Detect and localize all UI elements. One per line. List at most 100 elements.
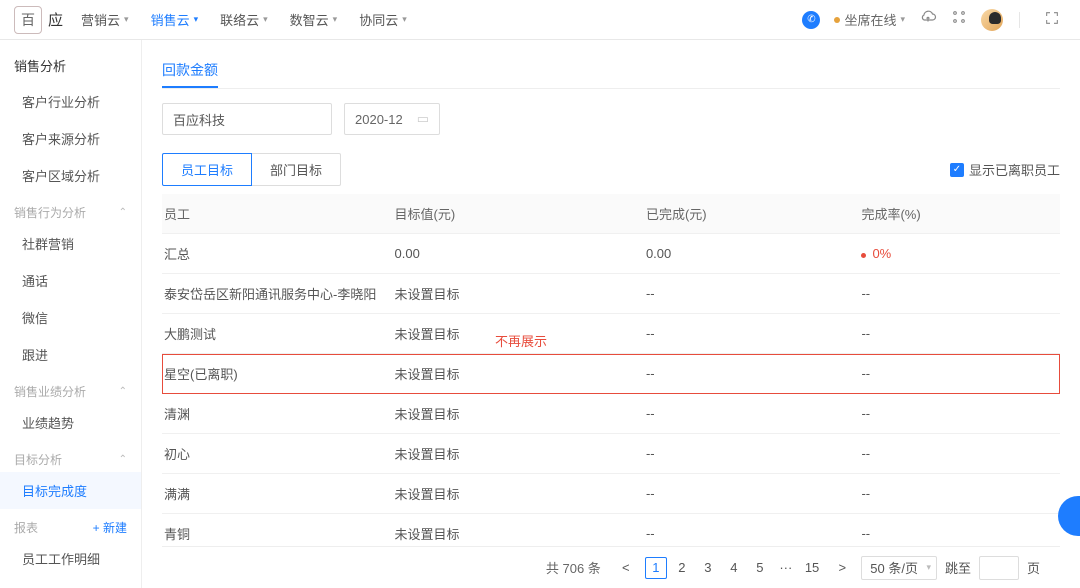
sidebar-group-title: 销售行为分析⌃ (0, 194, 141, 225)
phone-icon[interactable]: ✆ (802, 11, 820, 29)
chevron-up-icon: ⌃ (119, 386, 127, 397)
cell-done: -- (638, 394, 854, 434)
sidebar-item[interactable]: 客户行业分析 (0, 83, 141, 120)
sidebar-item[interactable]: 跟进 (0, 336, 141, 373)
pagination-page: ··· (775, 557, 797, 579)
nav-item-数智云[interactable]: 数智云▾ (290, 10, 338, 29)
calendar-icon: ▭ (417, 111, 429, 127)
cell-target: 未设置目标 (387, 274, 638, 314)
cell-done: -- (638, 514, 854, 547)
chevron-down-icon: ▾ (194, 14, 199, 25)
table-row: 满满未设置目标---- (162, 474, 1060, 514)
seat-status[interactable]: 坐席在线 ▾ (834, 10, 905, 29)
cell-name: 泰安岱岳区新阳通讯服务中心-李晓阳 (162, 274, 387, 314)
company-select[interactable]: 百应科技 (162, 103, 332, 135)
sub-tabs-row: 员工目标 部门目标 ✓ 显示已离职员工 (162, 153, 1060, 186)
jump-page-input[interactable] (979, 556, 1019, 580)
tab-employee-target[interactable]: 员工目标 (162, 153, 252, 186)
pagination-page[interactable]: 1 (645, 557, 667, 579)
cell-name: 汇总 (162, 234, 387, 274)
main-tab-bar: 回款金额 (162, 54, 1060, 89)
sidebar-group-title: 销售业绩分析⌃ (0, 373, 141, 404)
sidebar-item[interactable]: 微信 (0, 299, 141, 336)
cell-name: 清渊 (162, 394, 387, 434)
cell-done: -- (638, 474, 854, 514)
sidebar-item[interactable]: 目标完成度 (0, 472, 141, 509)
chevron-down-icon: ▾ (333, 14, 338, 25)
cell-rate: 0% (853, 234, 1060, 274)
cell-rate: -- (853, 394, 1060, 434)
avatar[interactable] (981, 9, 1003, 31)
pagination-page[interactable]: 2 (671, 557, 693, 579)
table-row: 初心未设置目标---- (162, 434, 1060, 474)
cell-target: 未设置目标 (387, 514, 638, 547)
chevron-up-icon: ⌃ (119, 454, 127, 465)
month-picker[interactable]: 2020-12 ▭ (344, 103, 440, 135)
pagination-page[interactable]: 5 (749, 557, 771, 579)
show-left-employees-checkbox[interactable]: ✓ 显示已离职员工 (950, 160, 1060, 179)
chevron-down-icon: ▾ (402, 14, 407, 25)
fullscreen-icon[interactable] (1044, 10, 1060, 29)
pagination-page[interactable]: 15 (801, 557, 823, 579)
cell-done: 0.00 (638, 234, 854, 274)
top-right: ✆ 坐席在线 ▾ (802, 8, 1060, 31)
tab-refund-amount[interactable]: 回款金额 (162, 54, 218, 88)
nav-item-联络云[interactable]: 联络云▾ (220, 10, 268, 29)
table-row: 汇总0.000.000% (162, 234, 1060, 274)
jump-label: 跳至 (945, 558, 971, 577)
nav-items: 营销云▾ 销售云▾ 联络云▾ 数智云▾ 协同云▾ (81, 10, 802, 29)
pagination-page[interactable]: 3 (697, 557, 719, 579)
pagination-prev[interactable]: < (615, 557, 637, 579)
col-rate: 完成率(%) (853, 194, 1060, 234)
status-label: 坐席在线 (844, 10, 896, 29)
table-row: 青铜未设置目标---- (162, 514, 1060, 547)
col-target: 目标值(元) (387, 194, 638, 234)
cell-target: 未设置目标 (387, 474, 638, 514)
logo-icon: 百 (14, 6, 42, 34)
sidebar-item[interactable]: 业绩趋势 (0, 404, 141, 441)
tab-dept-target[interactable]: 部门目标 (252, 153, 341, 186)
cell-rate: -- (853, 274, 1060, 314)
cell-done: -- (638, 434, 854, 474)
sidebar-group-title: 目标分析⌃ (0, 441, 141, 472)
cell-rate: -- (853, 434, 1060, 474)
nav-item-协同云[interactable]: 协同云▾ (359, 10, 407, 29)
sidebar-item[interactable]: 员工工作明细 (0, 540, 141, 577)
cell-name: 青铜 (162, 514, 387, 547)
chevron-up-icon: ⌃ (119, 207, 127, 218)
cell-name: 满满 (162, 474, 387, 514)
sidebar-item[interactable]: 通话 (0, 262, 141, 299)
table-row: 清渊未设置目标---- (162, 394, 1060, 434)
cell-target: 未设置目标 (387, 434, 638, 474)
nav-item-营销云[interactable]: 营销云▾ (81, 10, 129, 29)
sub-tabs: 员工目标 部门目标 (162, 153, 341, 186)
cell-rate: -- (853, 514, 1060, 547)
chevron-down-icon: ▾ (900, 14, 905, 25)
sidebar-item[interactable]: 客户区域分析 (0, 157, 141, 194)
sidebar-item[interactable]: 销售业绩 (0, 577, 141, 588)
cloud-icon[interactable] (919, 8, 937, 31)
sidebar-heading: 销售分析 (0, 48, 141, 83)
annotation-no-longer-shown: 不再展示 (495, 331, 547, 350)
page-size-select[interactable]: 50 条/页 (861, 556, 937, 580)
sidebar-item[interactable]: 社群营销 (0, 225, 141, 262)
target-table: 员工 目标值(元) 已完成(元) 完成率(%) 汇总0.000.000%泰安岱岳… (162, 194, 1060, 546)
sidebar-item[interactable]: 客户来源分析 (0, 120, 141, 157)
pagination-next[interactable]: > (831, 557, 853, 579)
pagination: 共 706 条 < 12345···15 > 50 条/页 跳至 页 (162, 546, 1060, 588)
filter-row: 百应科技 2020-12 ▭ (162, 103, 1060, 135)
cell-name: 大鹏测试 (162, 314, 387, 354)
page-suffix: 页 (1027, 558, 1040, 577)
add-report-button[interactable]: + 新建 (93, 519, 127, 536)
nav-item-销售云[interactable]: 销售云▾ (151, 10, 199, 29)
sidebar-group-title: 报表+ 新建 (0, 509, 141, 540)
cell-target: 未设置目标 (387, 394, 638, 434)
checkbox-checked-icon: ✓ (950, 163, 964, 177)
show-left-label: 显示已离职员工 (969, 160, 1060, 179)
apps-icon[interactable] (951, 9, 967, 30)
content: 回款金额 百应科技 2020-12 ▭ 员工目标 部门目标 ✓ 显示已离职员工 (142, 40, 1080, 588)
pagination-page[interactable]: 4 (723, 557, 745, 579)
table-row: 泰安岱岳区新阳通讯服务中心-李晓阳未设置目标---- (162, 274, 1060, 314)
cell-name: 初心 (162, 434, 387, 474)
sidebar: 销售分析客户行业分析客户来源分析客户区域分析销售行为分析⌃社群营销通话微信跟进销… (0, 40, 142, 588)
